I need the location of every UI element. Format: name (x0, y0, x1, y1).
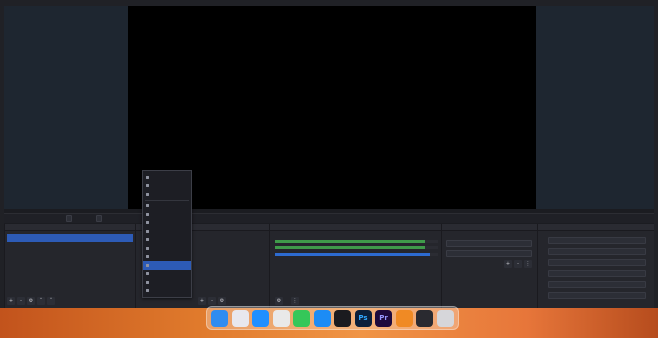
menu-item[interactable] (143, 219, 191, 228)
mixer-settings-button[interactable]: ⚙ (275, 297, 283, 305)
source-icon (146, 184, 149, 188)
app-store-icon[interactable] (313, 310, 331, 327)
scene-transitions-dock: + - ⋮ (441, 224, 537, 308)
menu-item[interactable] (143, 202, 191, 211)
add-source-context-menu (142, 170, 192, 298)
status-bar (537, 302, 654, 307)
menu-item[interactable] (143, 287, 191, 296)
messages-icon[interactable] (293, 310, 310, 327)
control-button[interactable] (548, 270, 646, 277)
control-button[interactable] (548, 259, 646, 266)
source-settings-button[interactable]: ⚙ (218, 297, 226, 305)
mixer-menu-button[interactable]: ⋮ (291, 297, 299, 305)
photoshop-icon[interactable]: Ps (354, 310, 372, 327)
scenes-toolbar: + - ⚙ ˄ ˅ (7, 297, 55, 305)
source-icon (146, 255, 149, 259)
menu-item[interactable] (143, 270, 191, 279)
obs-icon[interactable] (334, 310, 351, 327)
remove-transition-button[interactable]: - (514, 260, 522, 268)
menu-item[interactable] (143, 210, 191, 219)
move-scene-up-button[interactable]: ˄ (37, 297, 45, 305)
safari-icon[interactable] (252, 310, 269, 327)
obs-window: + - ⚙ ˄ ˅ + - ⚙ ⚙ ⋮ + - ⋮ (4, 6, 654, 308)
source-icon (146, 221, 149, 225)
menu-item[interactable] (143, 261, 191, 270)
audio-meter-level-2 (275, 246, 425, 249)
menu-item[interactable] (143, 236, 191, 245)
source-icon (146, 246, 149, 250)
audio-mixer-dock-title (270, 224, 441, 231)
source-icon (146, 204, 149, 208)
scenes-dock-title (5, 224, 135, 231)
add-source-button[interactable]: + (198, 297, 206, 305)
source-icon (146, 280, 149, 284)
move-scene-down-button[interactable]: ˅ (47, 297, 55, 305)
preview-left-margin (4, 6, 128, 209)
source-icon (146, 238, 149, 242)
control-button[interactable] (548, 281, 646, 288)
menu-item[interactable] (143, 173, 191, 182)
volume-slider[interactable] (275, 253, 438, 256)
menu-item[interactable] (143, 253, 191, 262)
menu-separator (145, 199, 189, 201)
preview-right-margin (536, 6, 654, 209)
audio-meter-track-2 (275, 246, 438, 249)
remove-scene-button[interactable]: - (17, 297, 25, 305)
menu-item[interactable] (143, 278, 191, 287)
scene-bar-button-1[interactable] (66, 215, 72, 222)
transition-type-select[interactable] (446, 240, 532, 247)
transition-menu-button[interactable]: ⋮ (524, 260, 532, 268)
control-button[interactable] (548, 237, 646, 244)
source-icon (146, 272, 149, 276)
audio-mixer-dock: ⚙ ⋮ (269, 224, 441, 308)
premiere-icon[interactable]: Pr (375, 310, 392, 327)
volume-slider-fill (275, 253, 430, 256)
transitions-toolbar: + - ⋮ (504, 260, 532, 268)
source-icon (146, 263, 149, 267)
source-icon (146, 192, 149, 196)
control-button[interactable] (548, 292, 646, 299)
scene-bar-button-2[interactable] (96, 215, 102, 222)
audio-meter-track (275, 240, 438, 243)
finder-icon[interactable] (211, 310, 228, 327)
menu-item[interactable] (143, 227, 191, 236)
vlc-icon[interactable] (395, 310, 413, 327)
controls-dock (537, 224, 654, 308)
remove-source-button[interactable]: - (208, 297, 216, 305)
chrome-icon[interactable] (272, 310, 290, 327)
launchpad-icon[interactable] (231, 310, 249, 327)
scene-transitions-dock-title (442, 224, 537, 231)
add-scene-button[interactable]: + (7, 297, 15, 305)
mixer-toolbar: ⚙ ⋮ (275, 297, 299, 305)
source-icon (146, 212, 149, 216)
add-transition-button[interactable]: + (504, 260, 512, 268)
scene-settings-button[interactable]: ⚙ (27, 297, 35, 305)
source-icon (146, 229, 149, 233)
menu-item[interactable] (143, 244, 191, 253)
sources-toolbar: + - ⚙ (198, 297, 226, 305)
scene-list-item[interactable] (7, 234, 133, 242)
macos-dock: Ps Pr (206, 306, 459, 330)
scenes-dock: + - ⚙ ˄ ˅ (4, 224, 135, 308)
controls-dock-title (538, 224, 654, 231)
transition-duration-field[interactable] (446, 250, 532, 257)
menu-item[interactable] (143, 182, 191, 191)
scene-bar (4, 213, 654, 223)
control-button[interactable] (548, 248, 646, 255)
davinci-icon[interactable] (416, 310, 433, 327)
menu-item[interactable] (143, 190, 191, 199)
audio-meter-level (275, 240, 425, 243)
source-icon (146, 289, 149, 293)
trash-icon[interactable] (436, 310, 454, 327)
source-icon (146, 175, 149, 179)
